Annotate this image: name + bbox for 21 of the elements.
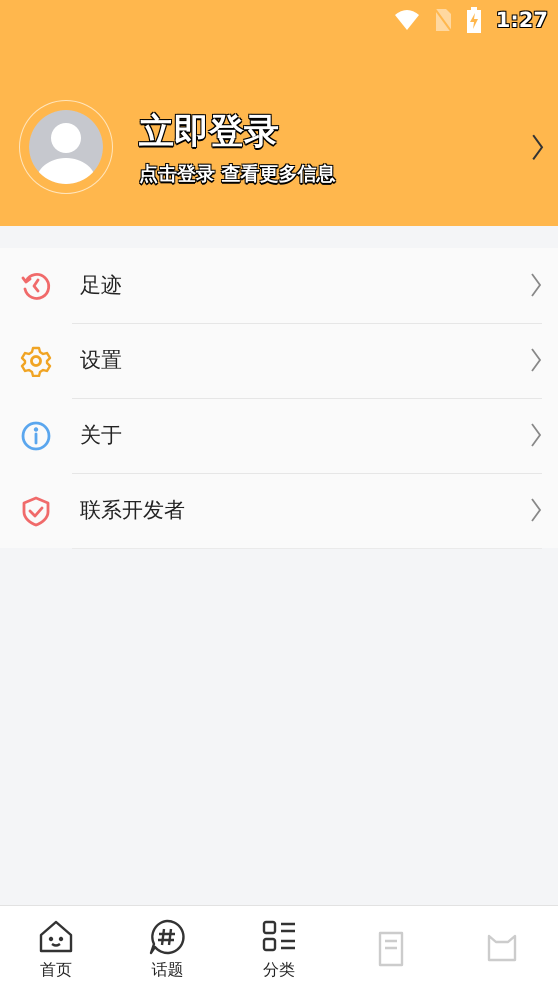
chevron-right-icon <box>530 272 542 298</box>
menu-item[interactable]: 关于 <box>0 398 558 473</box>
chevron-right-icon <box>530 497 542 523</box>
battery-charging-icon <box>466 7 482 33</box>
chevron-right-icon <box>530 347 542 373</box>
menu-item[interactable]: 联系开发者 <box>0 473 558 548</box>
chevron-right-icon <box>530 422 542 448</box>
menu-item[interactable]: 足迹 <box>0 248 558 323</box>
nav-tab[interactable]: 分类 <box>223 906 335 992</box>
avatar-placeholder-icon <box>29 110 103 184</box>
wifi-icon <box>394 9 420 31</box>
status-time: 1:27 <box>496 8 548 32</box>
nav-tab[interactable]: 话题 <box>112 906 224 992</box>
menu-item[interactable]: 设置 <box>0 323 558 398</box>
login-title: 立即登录 <box>139 110 280 154</box>
login-subtitle: 点击登录 查看更多信息 <box>139 162 337 186</box>
nav-tab[interactable]: 首页 <box>0 906 112 992</box>
avatar[interactable] <box>19 100 113 194</box>
chevron-right-icon <box>530 132 544 162</box>
no-sim-icon <box>434 8 452 32</box>
hashtag-chat-icon <box>148 918 186 956</box>
